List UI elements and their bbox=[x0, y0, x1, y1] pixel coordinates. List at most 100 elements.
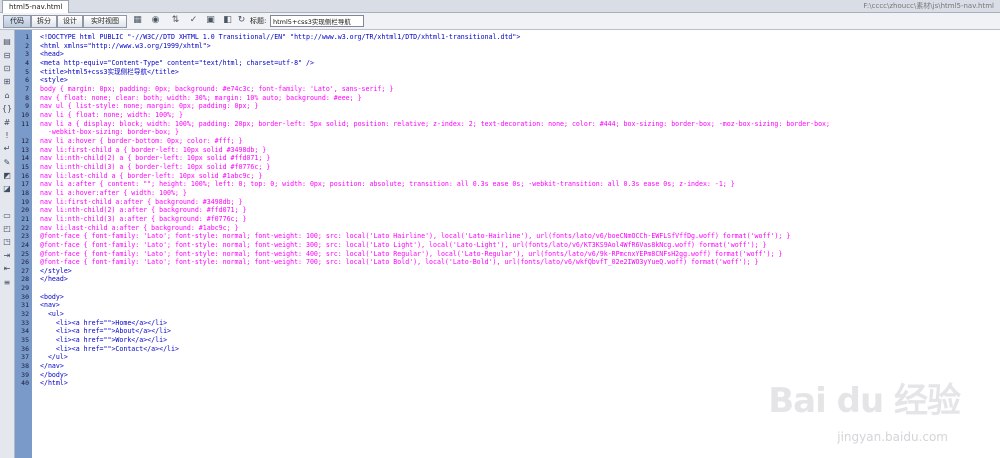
code-line[interactable]: nav li a:hover:after { width: 100%; } bbox=[40, 189, 187, 197]
collapse-tag-icon[interactable]: ⊟ bbox=[1, 50, 13, 61]
highlight-invalid-icon[interactable]: ! bbox=[1, 130, 13, 141]
line-number: 7 bbox=[25, 84, 29, 93]
line-number: 1 bbox=[25, 33, 29, 41]
line-number: 13 bbox=[21, 145, 29, 154]
code-line[interactable]: <meta http-equiv="Content-Type" content=… bbox=[40, 59, 314, 67]
preview-icon[interactable]: ◉ bbox=[150, 15, 161, 26]
line-number: 20 bbox=[21, 206, 29, 215]
line-number: 26 bbox=[21, 258, 29, 267]
validate-icon[interactable]: ✓ bbox=[188, 15, 199, 26]
code-line[interactable]: </head> bbox=[40, 275, 68, 283]
line-number: 37 bbox=[21, 353, 29, 362]
document-tab[interactable]: html5-nav.html bbox=[2, 0, 70, 13]
code-line[interactable]: nav li a:hover { border-bottom: 0px; col… bbox=[40, 137, 242, 145]
line-number: 6 bbox=[25, 76, 29, 85]
code-line[interactable]: body { margin: 0px; padding: 0px; backgr… bbox=[40, 85, 393, 93]
title-input[interactable] bbox=[270, 15, 364, 27]
document-tab-bar: html5-nav.html F:\cccc\zhoucc\素材\js\html… bbox=[0, 0, 1000, 13]
code-line[interactable]: nav li:last-child a { border-left: 10px … bbox=[40, 172, 262, 180]
code-line[interactable]: <li><a href="">About</a></li> bbox=[40, 327, 171, 335]
code-line[interactable]: <nav> bbox=[40, 301, 60, 309]
code-line[interactable]: @font-face { font-family: 'Lato'; font-s… bbox=[40, 232, 790, 240]
line-number: 12 bbox=[21, 136, 29, 145]
visual-aids-icon[interactable]: ◧ bbox=[222, 15, 233, 26]
code-line[interactable]: nav li:nth-child(2) a:after { background… bbox=[40, 206, 246, 214]
indent-icon[interactable]: ⇥ bbox=[1, 250, 13, 261]
collapse-selection-icon[interactable]: ⊡ bbox=[1, 63, 13, 74]
line-number: 27 bbox=[21, 266, 29, 275]
watermark-url: jingyan.baidu.com bbox=[837, 430, 948, 444]
code-line[interactable]: </style> bbox=[40, 267, 72, 275]
code-line[interactable]: @font-face { font-family: 'Lato'; font-s… bbox=[40, 258, 759, 266]
line-number: 36 bbox=[21, 344, 29, 353]
line-number: 33 bbox=[21, 318, 29, 327]
code-line[interactable]: nav li a { display: block; width: 100%; … bbox=[40, 120, 830, 128]
code-line[interactable]: </html> bbox=[40, 379, 68, 387]
remove-comment-icon[interactable]: ◪ bbox=[1, 183, 13, 194]
recent-snippets-icon[interactable]: ◰ bbox=[1, 223, 13, 234]
code-line[interactable]: nav ul { list-style: none; margin: 0px; … bbox=[40, 102, 258, 110]
file-manage-icon[interactable]: ⇅ bbox=[170, 15, 181, 26]
code-line[interactable]: <head> bbox=[40, 50, 64, 58]
open-documents-icon[interactable]: ▤ bbox=[1, 36, 13, 47]
code-line[interactable]: <li><a href="">Home</a></li> bbox=[40, 319, 167, 327]
code-line[interactable]: <li><a href="">Work</a></li> bbox=[40, 336, 167, 344]
line-number: 34 bbox=[21, 327, 29, 336]
code-line[interactable]: <ul> bbox=[40, 310, 64, 318]
code-line[interactable]: nav li:first-child a:after { background:… bbox=[40, 198, 242, 206]
code-line[interactable]: </nav> bbox=[40, 362, 64, 370]
line-number-gutter: 1 2 3 4 5 6 7 8 9 10 11 12 13 14 15 16 17 18 19 20 21 22 23 24 2… bbox=[15, 30, 32, 458]
code-editor[interactable]: Bai du 经验 jingyan.baidu.com <!DOCTYPE ht… bbox=[32, 30, 1000, 458]
code-line[interactable]: <body> bbox=[40, 293, 64, 301]
code-line[interactable]: nav { float: none; clear: both; width: 3… bbox=[40, 94, 362, 102]
title-label: 标题: bbox=[250, 17, 267, 25]
code-line[interactable]: </body> bbox=[40, 371, 68, 379]
balance-braces-icon[interactable]: {} bbox=[1, 103, 13, 114]
code-view-button[interactable]: 代码 bbox=[3, 15, 31, 28]
design-view-button[interactable]: 设计 bbox=[57, 15, 83, 28]
check-browser-icon[interactable]: ▣ bbox=[205, 15, 216, 26]
code-line[interactable]: -webkit-box-sizing: border-box; } bbox=[40, 128, 179, 136]
word-wrap-icon[interactable]: ↵ bbox=[1, 143, 13, 154]
code-line[interactable]: <!DOCTYPE html PUBLIC "-//W3C//DTD XHTML… bbox=[40, 33, 520, 41]
code-line[interactable]: <style> bbox=[40, 76, 68, 84]
code-line[interactable]: nav li:last-child a:after { background: … bbox=[40, 224, 239, 232]
outdent-icon[interactable]: ⇤ bbox=[1, 263, 13, 274]
code-line[interactable]: nav li:nth-child(2) a { border-left: 10p… bbox=[40, 154, 270, 162]
line-number: 22 bbox=[21, 223, 29, 232]
multiscreen-icon[interactable]: ▦ bbox=[132, 15, 143, 26]
move-css-icon[interactable]: ◳ bbox=[1, 236, 13, 247]
code-line[interactable]: nav li { float: none; width: 100%; } bbox=[40, 111, 183, 119]
line-number: 3 bbox=[25, 50, 29, 59]
line-number: 21 bbox=[21, 214, 29, 223]
refresh-icon[interactable]: ↻ bbox=[236, 15, 247, 26]
format-source-icon[interactable]: ≡ bbox=[1, 277, 13, 288]
code-line[interactable]: @font-face { font-family: 'Lato'; font-s… bbox=[40, 250, 782, 258]
file-path: F:\cccc\zhoucc\素材\js\html5-nav.html bbox=[863, 2, 994, 10]
line-numbers-icon[interactable]: # bbox=[1, 117, 13, 128]
line-number: 4 bbox=[25, 58, 29, 67]
line-number: 2 bbox=[25, 41, 29, 50]
expand-all-icon[interactable]: ⊞ bbox=[1, 76, 13, 87]
code-line[interactable]: nav li:nth-child(3) a { border-left: 10p… bbox=[40, 163, 270, 171]
code-line[interactable]: <html xmlns="http://www.w3.org/1999/xhtm… bbox=[40, 42, 211, 50]
code-line[interactable]: @font-face { font-family: 'Lato'; font-s… bbox=[40, 241, 766, 249]
code-line[interactable]: </ul> bbox=[40, 353, 68, 361]
split-view-button[interactable]: 拆分 bbox=[31, 15, 57, 28]
line-number: 9 bbox=[25, 102, 29, 111]
code-line[interactable]: nav li:first-child a { border-left: 10px… bbox=[40, 146, 266, 154]
select-parent-icon[interactable]: ⌂ bbox=[1, 90, 13, 101]
document-toolbar: 代码 拆分 设计 实时视图 ▦ ◉ ⇅ ✓ ▣ ◧ ↻ 标题: bbox=[0, 13, 1000, 30]
code-line[interactable]: <li><a href="">Contact</a></li> bbox=[40, 345, 179, 353]
line-number: 15 bbox=[21, 162, 29, 171]
live-view-button[interactable]: 实时视图 bbox=[83, 15, 127, 28]
line-number: 19 bbox=[21, 197, 29, 206]
line-number: 40 bbox=[21, 379, 29, 388]
wrap-tag-icon[interactable]: ▭ bbox=[1, 210, 13, 221]
apply-comment-icon[interactable]: ◩ bbox=[1, 170, 13, 181]
code-line[interactable]: nav li a:after { content: ""; height: 10… bbox=[40, 180, 735, 188]
syntax-color-icon[interactable]: ✎ bbox=[1, 157, 13, 168]
line-number: 39 bbox=[21, 370, 29, 379]
code-line[interactable]: nav li:nth-child(3) a:after { background… bbox=[40, 215, 246, 223]
code-line[interactable]: <title>html5+css3实现侧栏导航</title> bbox=[40, 68, 179, 76]
